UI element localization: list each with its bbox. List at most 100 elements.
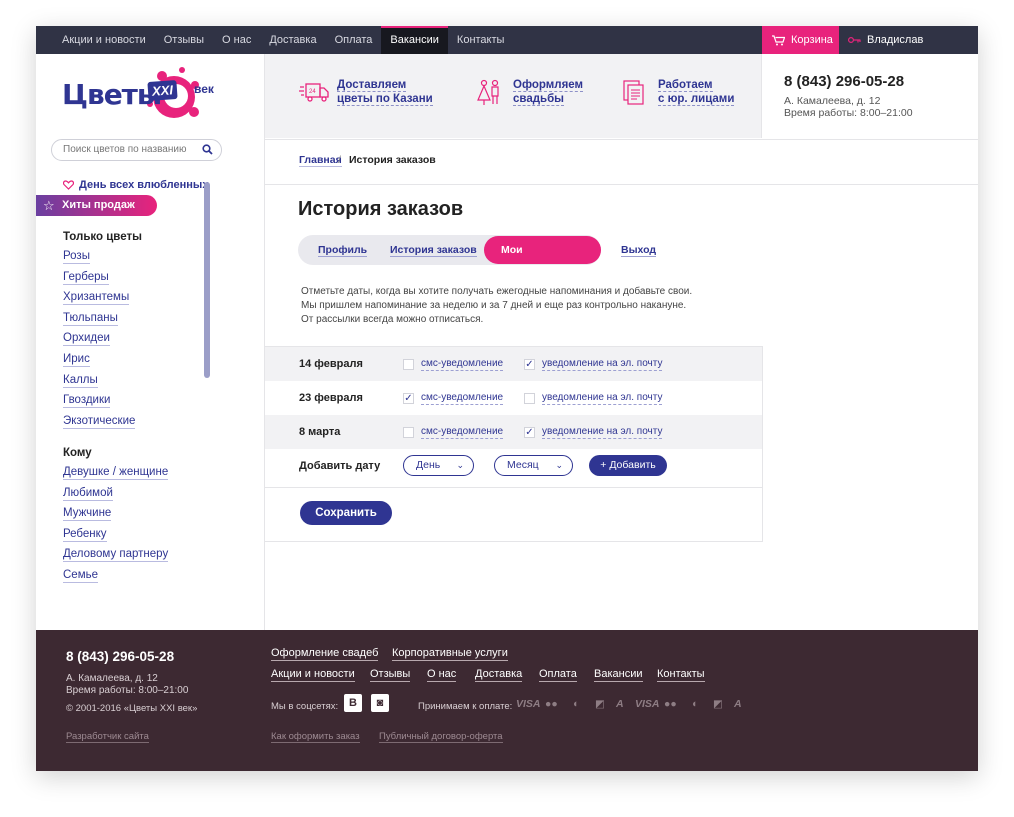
- recipient-link-business-partner[interactable]: Деловому партнеру: [63, 548, 169, 562]
- reminder-row: 8 марта смс-уведомление ✓ уведомление на…: [265, 415, 762, 449]
- recipient-link-child[interactable]: Ребенку: [63, 528, 107, 542]
- category-link-iris[interactable]: Ирис: [63, 353, 90, 367]
- promo-hits-link[interactable]: ☆ Хиты продаж: [36, 195, 157, 216]
- logo[interactable]: Цветы XXI век: [60, 64, 220, 126]
- sms-checkbox[interactable]: ✓: [403, 393, 414, 404]
- feature-delivery-line2: цветы по Казани: [337, 93, 433, 106]
- feature-weddings-line2: свадьбы: [513, 93, 565, 106]
- header-phone[interactable]: 8 (843) 296-05-28: [784, 73, 904, 90]
- category-link-chrysanthemums[interactable]: Хризантемы: [63, 291, 130, 305]
- email-checkbox[interactable]: [524, 393, 535, 404]
- day-select[interactable]: День ⌄: [403, 455, 474, 476]
- category-link-gerberas[interactable]: Герберы: [63, 271, 109, 285]
- footer-menu-about[interactable]: О нас: [427, 668, 457, 682]
- save-button[interactable]: Сохранить: [300, 501, 392, 525]
- category-link-roses[interactable]: Розы: [63, 250, 90, 264]
- footer-address: А. Камалеева, д. 12 Время работы: 8:00–2…: [66, 673, 188, 697]
- footer-menu-reviews[interactable]: Отзывы: [370, 668, 411, 682]
- top-menu-reviews[interactable]: Отзывы: [155, 26, 213, 54]
- category-link-callas[interactable]: Каллы: [63, 374, 98, 388]
- sms-label[interactable]: смс-уведомление: [421, 392, 504, 405]
- cart-button[interactable]: Корзина: [762, 26, 839, 54]
- month-select[interactable]: Месяц ⌄: [494, 455, 573, 476]
- promo-hits-label: Хиты продаж: [62, 199, 135, 211]
- recipient-link-man[interactable]: Мужчине: [63, 507, 112, 521]
- email-label[interactable]: уведомление на эл. почту: [542, 358, 663, 371]
- logout-link[interactable]: Выход: [621, 244, 657, 257]
- feature-weddings[interactable]: Оформляем свадьбы: [475, 78, 584, 106]
- top-menu-payment[interactable]: Оплата: [326, 26, 382, 54]
- feature-weddings-line1: Оформляем: [513, 79, 584, 92]
- promo-valentines-link[interactable]: День всех влюбленных: [63, 179, 208, 191]
- user-name: Владислав: [867, 34, 924, 46]
- footer-menu-contacts[interactable]: Контакты: [657, 668, 705, 682]
- sms-checkbox[interactable]: [403, 427, 414, 438]
- footer-menu-promos[interactable]: Акции и новости: [271, 668, 355, 682]
- add-date-button[interactable]: + Добавить: [589, 455, 667, 476]
- email-label[interactable]: уведомление на эл. почту: [542, 392, 663, 405]
- header-contact: 8 (843) 296-05-28 А. Камалеева, д. 12 Вр…: [761, 54, 978, 138]
- category-link-tulips[interactable]: Тюльпаны: [63, 312, 118, 326]
- sidebar-scrollbar[interactable]: [204, 182, 210, 378]
- category-link-carnations[interactable]: Гвоздики: [63, 394, 111, 408]
- footer-offer-link[interactable]: Публичный договор-оферта: [379, 731, 503, 743]
- recipient-link-family[interactable]: Семье: [63, 569, 98, 583]
- top-menu-contacts[interactable]: Контакты: [448, 26, 514, 54]
- tab-reminders[interactable]: Мои напоминания: [484, 236, 601, 284]
- category-link-exotic[interactable]: Экзотические: [63, 415, 136, 429]
- footer-address-line: А. Камалеева, д. 12: [66, 673, 158, 684]
- instagram-icon[interactable]: ◙: [371, 694, 389, 712]
- top-menu-vacancies[interactable]: Вакансии: [381, 26, 448, 54]
- recipient-link-beloved[interactable]: Любимой: [63, 487, 113, 501]
- footer-phone[interactable]: 8 (843) 296-05-28: [66, 649, 174, 664]
- footer-link-weddings[interactable]: Оформление свадеб: [271, 647, 379, 661]
- feature-delivery[interactable]: 24 Доставляем цветы по Казани: [299, 78, 433, 106]
- footer-how-to-order-link[interactable]: Как оформить заказ: [271, 731, 360, 743]
- vk-icon[interactable]: В: [344, 694, 362, 712]
- key-icon: [848, 37, 861, 43]
- month-select-value: Месяц: [507, 459, 539, 471]
- chevron-down-icon: ⌄: [456, 460, 464, 470]
- reminder-date: 8 марта: [299, 426, 341, 438]
- email-checkbox[interactable]: ✓: [524, 359, 535, 370]
- tab-order-history[interactable]: История заказов: [390, 244, 477, 257]
- breadcrumb-home[interactable]: Главная: [299, 154, 342, 167]
- feature-legal-entities[interactable]: Работаем с юр. лицами: [620, 78, 735, 106]
- chevron-down-icon: ⌄: [555, 460, 563, 470]
- top-menu-delivery[interactable]: Доставка: [260, 26, 325, 54]
- category-group-recipient-title: Кому: [63, 447, 92, 459]
- sms-label[interactable]: смс-уведомление: [421, 358, 504, 371]
- cart-icon: [772, 34, 785, 45]
- top-nav: Акции и новости Отзывы О нас Доставка Оп…: [36, 26, 978, 54]
- payment-system-icon: ◐: [692, 698, 699, 710]
- recipient-link-woman[interactable]: Девушке / женщине: [63, 466, 169, 480]
- logo-xxi: XXI: [147, 80, 178, 101]
- sidebar: Цветы XXI век Поиск цветов по названию Д…: [36, 54, 265, 630]
- payment-system-icon: ◩: [713, 698, 723, 710]
- search-icon[interactable]: [202, 144, 213, 155]
- top-menu: Акции и новости Отзывы О нас Доставка Оп…: [53, 26, 513, 54]
- footer-menu-delivery[interactable]: Доставка: [475, 668, 523, 682]
- footer-menu-payment[interactable]: Оплата: [539, 668, 577, 682]
- top-menu-about[interactable]: О нас: [213, 26, 260, 54]
- email-checkbox[interactable]: ✓: [524, 427, 535, 438]
- feature-legal-line2: с юр. лицами: [658, 93, 735, 106]
- intro-line-3: От рассылки всегда можно отписаться.: [301, 314, 484, 325]
- delivery-truck-icon: 24: [299, 83, 329, 102]
- sms-label[interactable]: смс-уведомление: [421, 426, 504, 439]
- footer-developer-link[interactable]: Разработчик сайта: [66, 731, 149, 743]
- footer-link-corporate[interactable]: Корпоративные услуги: [392, 647, 508, 661]
- payment-system-icon: ◐: [573, 698, 580, 710]
- sms-checkbox[interactable]: [403, 359, 414, 370]
- search-input[interactable]: Поиск цветов по названию: [51, 139, 222, 161]
- tab-profile[interactable]: Профиль: [318, 244, 368, 257]
- user-account-button[interactable]: Владислав: [848, 26, 923, 54]
- footer-copyright: © 2001-2016 «Цветы XXI век»: [66, 703, 198, 714]
- email-label[interactable]: уведомление на эл. почту: [542, 426, 663, 439]
- top-menu-promos[interactable]: Акции и новости: [53, 26, 155, 54]
- feature-legal-line1: Работаем: [658, 79, 713, 92]
- payment-system-icon: A: [734, 698, 742, 710]
- footer-menu-vacancies[interactable]: Вакансии: [594, 668, 643, 682]
- category-link-orchids[interactable]: Орхидеи: [63, 332, 110, 346]
- add-date-row: Добавить дату День ⌄ Месяц ⌄ + Добавить: [265, 449, 762, 483]
